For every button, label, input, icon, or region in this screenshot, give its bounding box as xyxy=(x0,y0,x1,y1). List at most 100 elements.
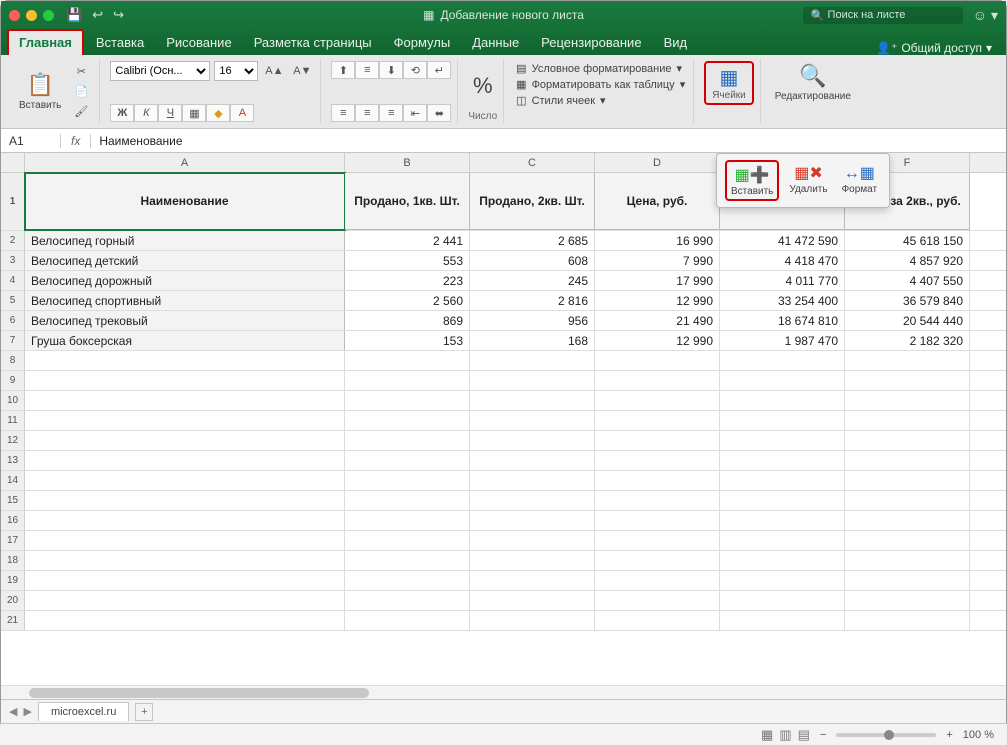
cell-F3[interactable]: 4 857 920 xyxy=(845,251,970,270)
cell-E20[interactable] xyxy=(720,591,845,610)
orientation-icon[interactable]: ⟲ xyxy=(403,61,427,79)
cell-C4[interactable]: 245 xyxy=(470,271,595,290)
col-header-D[interactable]: D xyxy=(595,153,720,172)
col-header-A[interactable]: A xyxy=(25,153,345,172)
cell-B4[interactable]: 223 xyxy=(345,271,470,290)
format-as-table-button[interactable]: ▦Форматировать как таблицу ▾ xyxy=(514,77,687,92)
cell-F6[interactable]: 20 544 440 xyxy=(845,311,970,330)
font-name-select[interactable]: Calibri (Осн... xyxy=(110,61,210,81)
cell-B21[interactable] xyxy=(345,611,470,630)
cell-F16[interactable] xyxy=(845,511,970,530)
cell-F15[interactable] xyxy=(845,491,970,510)
cell-E15[interactable] xyxy=(720,491,845,510)
cell-D11[interactable] xyxy=(595,411,720,430)
tab-page-layout[interactable]: Разметка страницы xyxy=(244,31,382,55)
paste-button[interactable]: 📋 Вставить xyxy=(15,70,65,113)
cell-A5[interactable]: Велосипед спортивный xyxy=(25,291,345,310)
cell-C7[interactable]: 168 xyxy=(470,331,595,350)
select-all-corner[interactable] xyxy=(1,153,25,172)
row-header-8[interactable]: 8 xyxy=(1,351,25,370)
cell-B6[interactable]: 869 xyxy=(345,311,470,330)
cell-A3[interactable]: Велосипед детский xyxy=(25,251,345,270)
cell-A11[interactable] xyxy=(25,411,345,430)
cell-F13[interactable] xyxy=(845,451,970,470)
cell-C14[interactable] xyxy=(470,471,595,490)
cell-F10[interactable] xyxy=(845,391,970,410)
cell-E11[interactable] xyxy=(720,411,845,430)
cell-E5[interactable]: 33 254 400 xyxy=(720,291,845,310)
font-color-button[interactable]: A xyxy=(230,104,254,122)
cell-A12[interactable] xyxy=(25,431,345,450)
cell-C12[interactable] xyxy=(470,431,595,450)
cell-E19[interactable] xyxy=(720,571,845,590)
cell-C19[interactable] xyxy=(470,571,595,590)
cell-F20[interactable] xyxy=(845,591,970,610)
decrease-font-icon[interactable]: A▼ xyxy=(290,62,314,80)
zoom-out-button[interactable]: − xyxy=(820,729,826,741)
cell-D8[interactable] xyxy=(595,351,720,370)
cell-B1[interactable]: Продано, 1кв. Шт. xyxy=(345,173,470,230)
tab-home[interactable]: Главная xyxy=(7,29,84,55)
cell-A8[interactable] xyxy=(25,351,345,370)
align-bottom-icon[interactable]: ⬇ xyxy=(379,61,403,79)
row-header-6[interactable]: 6 xyxy=(1,311,25,330)
minimize-window[interactable] xyxy=(26,10,37,21)
cell-A7[interactable]: Груша боксерская xyxy=(25,331,345,350)
cell-F5[interactable]: 36 579 840 xyxy=(845,291,970,310)
cell-C8[interactable] xyxy=(470,351,595,370)
fill-color-button[interactable]: ◆ xyxy=(206,104,230,122)
cell-C21[interactable] xyxy=(470,611,595,630)
popup-insert-button[interactable]: ▦➕ Вставить xyxy=(725,160,779,201)
underline-button[interactable]: Ч xyxy=(158,104,182,122)
cell-E9[interactable] xyxy=(720,371,845,390)
row-header-19[interactable]: 19 xyxy=(1,571,25,590)
cell-F2[interactable]: 45 618 150 xyxy=(845,231,970,250)
number-format-button[interactable]: % xyxy=(469,71,497,101)
cell-A2[interactable]: Велосипед горный xyxy=(25,231,345,250)
row-header-11[interactable]: 11 xyxy=(1,411,25,430)
cell-A15[interactable] xyxy=(25,491,345,510)
cell-A6[interactable]: Велосипед трековый xyxy=(25,311,345,330)
row-header-18[interactable]: 18 xyxy=(1,551,25,570)
cell-A13[interactable] xyxy=(25,451,345,470)
popup-delete-button[interactable]: ▦✖ Удалить xyxy=(785,160,831,201)
cell-C16[interactable] xyxy=(470,511,595,530)
cell-E2[interactable]: 41 472 590 xyxy=(720,231,845,250)
cell-C2[interactable]: 2 685 xyxy=(470,231,595,250)
cell-B3[interactable]: 553 xyxy=(345,251,470,270)
align-left-icon[interactable]: ≡ xyxy=(331,104,355,122)
cell-C1[interactable]: Продано, 2кв. Шт. xyxy=(470,173,595,230)
row-header-4[interactable]: 4 xyxy=(1,271,25,290)
cell-D5[interactable]: 12 990 xyxy=(595,291,720,310)
cell-C15[interactable] xyxy=(470,491,595,510)
cell-B17[interactable] xyxy=(345,531,470,550)
row-header-1[interactable]: 1 xyxy=(1,173,25,230)
cell-B11[interactable] xyxy=(345,411,470,430)
cell-F11[interactable] xyxy=(845,411,970,430)
cell-styles-button[interactable]: ◫Стили ячеек ▾ xyxy=(514,93,687,108)
cell-F21[interactable] xyxy=(845,611,970,630)
search-input[interactable]: 🔍 Поиск на листе xyxy=(803,7,963,24)
cell-D1[interactable]: Цена, руб. xyxy=(595,173,720,230)
popup-format-button[interactable]: ↔▦ Формат xyxy=(838,160,882,201)
tab-formulas[interactable]: Формулы xyxy=(384,31,461,55)
row-header-14[interactable]: 14 xyxy=(1,471,25,490)
zoom-level[interactable]: 100 % xyxy=(963,729,994,741)
cell-D10[interactable] xyxy=(595,391,720,410)
save-icon[interactable]: 💾 xyxy=(66,7,82,23)
cell-F19[interactable] xyxy=(845,571,970,590)
cell-E8[interactable] xyxy=(720,351,845,370)
cell-E4[interactable]: 4 011 770 xyxy=(720,271,845,290)
cell-F4[interactable]: 4 407 550 xyxy=(845,271,970,290)
user-icon[interactable]: ☺ ▾ xyxy=(973,7,998,24)
cell-B7[interactable]: 153 xyxy=(345,331,470,350)
tab-draw[interactable]: Рисование xyxy=(156,31,241,55)
cell-D4[interactable]: 17 990 xyxy=(595,271,720,290)
bold-button[interactable]: Ж xyxy=(110,104,134,122)
cell-A14[interactable] xyxy=(25,471,345,490)
cell-B15[interactable] xyxy=(345,491,470,510)
tab-data[interactable]: Данные xyxy=(462,31,529,55)
cell-A19[interactable] xyxy=(25,571,345,590)
cell-D21[interactable] xyxy=(595,611,720,630)
align-center-icon[interactable]: ≡ xyxy=(355,104,379,122)
